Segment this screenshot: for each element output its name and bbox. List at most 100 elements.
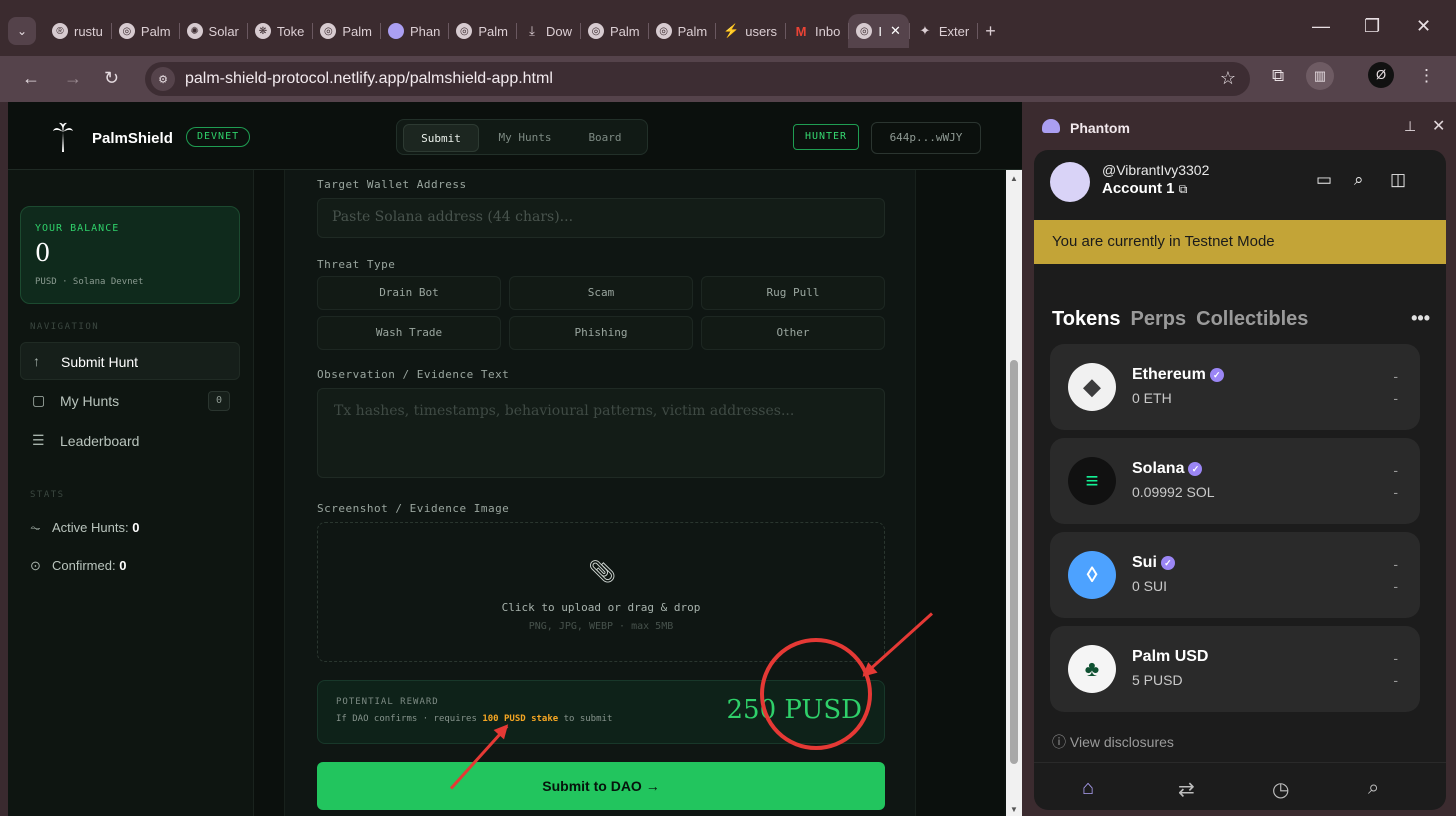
reload-icon[interactable]: ↻ <box>104 68 119 89</box>
threat-chip-other[interactable]: Other <box>701 316 885 350</box>
view-disclosures-link[interactable]: ⓘ View disclosures <box>1052 732 1174 752</box>
browser-tab[interactable]: ◎ Palm <box>110 14 179 48</box>
testnet-banner: You are currently in Testnet Mode <box>1034 220 1446 264</box>
threat-chip-phishing[interactable]: Phishing <box>509 316 693 350</box>
browser-tab[interactable]: ⤓ Dow <box>515 14 580 48</box>
tab-submit[interactable]: Submit <box>403 124 479 152</box>
stat-active-hunts: ⏦ Active Hunts: 0 <box>30 520 140 535</box>
solana-icon: ≡ <box>1068 457 1116 505</box>
ethereum-icon: ◆ <box>1068 363 1116 411</box>
tab-perps[interactable]: Perps <box>1131 308 1187 330</box>
plus-icon: + <box>985 20 996 41</box>
url-text[interactable]: palm-shield-protocol.netlify.app/palmshi… <box>185 70 553 88</box>
evidence-text-label: Observation / Evidence Text <box>317 368 510 381</box>
web-page: PalmShield DEVNET Submit My Hunts Board … <box>8 102 1022 816</box>
pin-icon[interactable]: ⊥ <box>1404 118 1416 135</box>
tab-tokens[interactable]: Tokens <box>1052 308 1121 330</box>
profile-avatar[interactable]: Ø <box>1368 62 1394 88</box>
search-icon[interactable]: ⌕ <box>1354 170 1364 190</box>
window-close-icon[interactable]: ✕ <box>1416 16 1431 37</box>
browser-tab[interactable]: ❋ Toke <box>246 14 312 48</box>
address-bar[interactable]: ⚙ palm-shield-protocol.netlify.app/palms… <box>145 62 1250 96</box>
upload-text: Click to upload or drag & drop <box>501 601 701 614</box>
browser-tab[interactable]: M Inbo <box>785 14 848 48</box>
scroll-up-icon[interactable]: ▲ <box>1010 174 1018 183</box>
monitor-icon[interactable]: ▭ <box>1316 170 1332 190</box>
tab-my-hunts[interactable]: My Hunts <box>485 124 565 152</box>
wallet-button[interactable]: 644p...wWJY <box>871 122 981 154</box>
gmail-icon: M <box>795 23 807 39</box>
close-tab-icon[interactable]: ✕ <box>890 23 901 39</box>
sidebar: YOUR BALANCE 0 PUSD · Solana Devnet NAVI… <box>8 170 254 816</box>
browser-tab[interactable]: ® rustu <box>44 14 111 48</box>
threat-chip-wash-trade[interactable]: Wash Trade <box>317 316 501 350</box>
palm-tree-icon: ♣ <box>1068 645 1116 693</box>
count-badge: 0 <box>208 391 230 411</box>
globe-icon: ◎ <box>118 23 135 39</box>
verified-icon: ✓ <box>1209 368 1224 382</box>
target-wallet-input[interactable]: Paste Solana address (44 chars)... <box>317 198 885 238</box>
threat-chip-drain-bot[interactable]: Drain Bot <box>317 276 501 310</box>
site-info-icon[interactable]: ⚙ <box>151 67 175 91</box>
home-icon[interactable]: ⌂ <box>1082 777 1094 800</box>
restore-icon[interactable]: ❐ <box>1364 16 1380 37</box>
paperclip-icon: 📎︎ <box>588 559 616 584</box>
globe-icon: ◎ <box>588 23 604 39</box>
browser-tab[interactable]: ◎ Palm <box>448 14 516 48</box>
account-username[interactable]: @VibrantIvy3302 <box>1102 162 1209 178</box>
bookmark-star-icon[interactable]: ☆ <box>1220 68 1236 89</box>
account-name[interactable]: Account 1 ⧉ <box>1102 180 1187 197</box>
main-content: Target Wallet Address Paste Solana addre… <box>254 170 1004 816</box>
extensions-icon[interactable]: ⧉ <box>1272 66 1284 86</box>
scroll-down-icon[interactable]: ▼ <box>1010 805 1018 814</box>
palm-tree-icon <box>53 122 73 152</box>
submit-to-dao-button[interactable]: Submit to DAO → <box>317 762 885 810</box>
browser-tab[interactable]: ◎ Palm <box>580 14 648 48</box>
nav-section-label: NAVIGATION <box>30 322 100 332</box>
token-row-solana[interactable]: ≡ Solana ✓ 0.09992 SOL - - <box>1050 438 1420 524</box>
upload-hint: PNG, JPG, WEBP · max 5MB <box>528 621 674 632</box>
copy-icon[interactable]: ⧉ <box>1179 182 1188 196</box>
sidebar-item-leaderboard[interactable]: ☰ Leaderboard <box>20 422 240 460</box>
more-options-icon[interactable]: ••• <box>1411 308 1430 329</box>
browser-tab[interactable]: ✺ Solar <box>178 14 247 48</box>
browser-tab[interactable]: ◎ Palm <box>647 14 716 48</box>
threat-chip-scam[interactable]: Scam <box>509 276 693 310</box>
threat-type-label: Threat Type <box>317 258 396 271</box>
sidebar-toggle-icon[interactable]: ◫ <box>1390 170 1406 190</box>
side-panel-icon[interactable]: ▥ <box>1306 62 1334 90</box>
search-icon[interactable]: ⌕ <box>1368 777 1379 800</box>
forward-icon[interactable]: → <box>64 68 82 89</box>
evidence-textarea[interactable]: Tx hashes, timestamps, behavioural patte… <box>317 388 885 478</box>
browser-tab-active[interactable]: ◎ I ✕ <box>848 14 909 48</box>
threat-chip-rug-pull[interactable]: Rug Pull <box>701 276 885 310</box>
tab-board[interactable]: Board <box>569 124 641 152</box>
token-row-sui[interactable]: ◊ Sui ✓ 0 SUI - - <box>1050 532 1420 618</box>
scroll-thumb[interactable] <box>1010 360 1018 764</box>
tab-search-dropdown-icon[interactable]: ⌄ <box>8 17 36 45</box>
close-icon[interactable]: ✕ <box>1432 116 1445 136</box>
phantom-icon <box>387 23 404 39</box>
history-icon[interactable]: ◷ <box>1272 777 1289 802</box>
swap-icon[interactable]: ⇄ <box>1178 777 1195 802</box>
globe-icon: ◎ <box>856 23 873 39</box>
back-icon[interactable]: ← <box>22 68 40 89</box>
balance-subtitle: PUSD · Solana Devnet <box>35 277 144 287</box>
sidebar-item-submit-hunt[interactable]: ↑ Submit Hunt <box>20 342 240 380</box>
avatar[interactable] <box>1050 162 1090 202</box>
menu-kebab-icon[interactable]: ⋮ <box>1418 66 1435 86</box>
asset-tabs: Tokens Perps Collectibles <box>1052 308 1318 331</box>
minimize-icon[interactable]: — <box>1312 16 1330 37</box>
sidebar-item-my-hunts[interactable]: ▢ My Hunts 0 <box>20 382 240 420</box>
browser-tab[interactable]: ✦ Exter <box>908 14 977 48</box>
browser-tab[interactable]: ◎ Palm <box>312 14 380 48</box>
browser-tab[interactable]: Phan <box>379 14 448 48</box>
token-row-palm-usd[interactable]: ♣ Palm USD 5 PUSD - - <box>1050 626 1420 712</box>
openai-icon: ✺ <box>186 23 203 39</box>
balance-label: YOUR BALANCE <box>35 223 120 234</box>
token-row-ethereum[interactable]: ◆ Ethereum ✓ 0 ETH - - <box>1050 344 1420 430</box>
new-tab-button[interactable]: + <box>977 14 1004 48</box>
browser-tab[interactable]: ⚡ users <box>715 14 785 48</box>
page-scrollbar[interactable]: ▲ ▼ <box>1006 170 1022 816</box>
tab-collectibles[interactable]: Collectibles <box>1196 308 1308 330</box>
